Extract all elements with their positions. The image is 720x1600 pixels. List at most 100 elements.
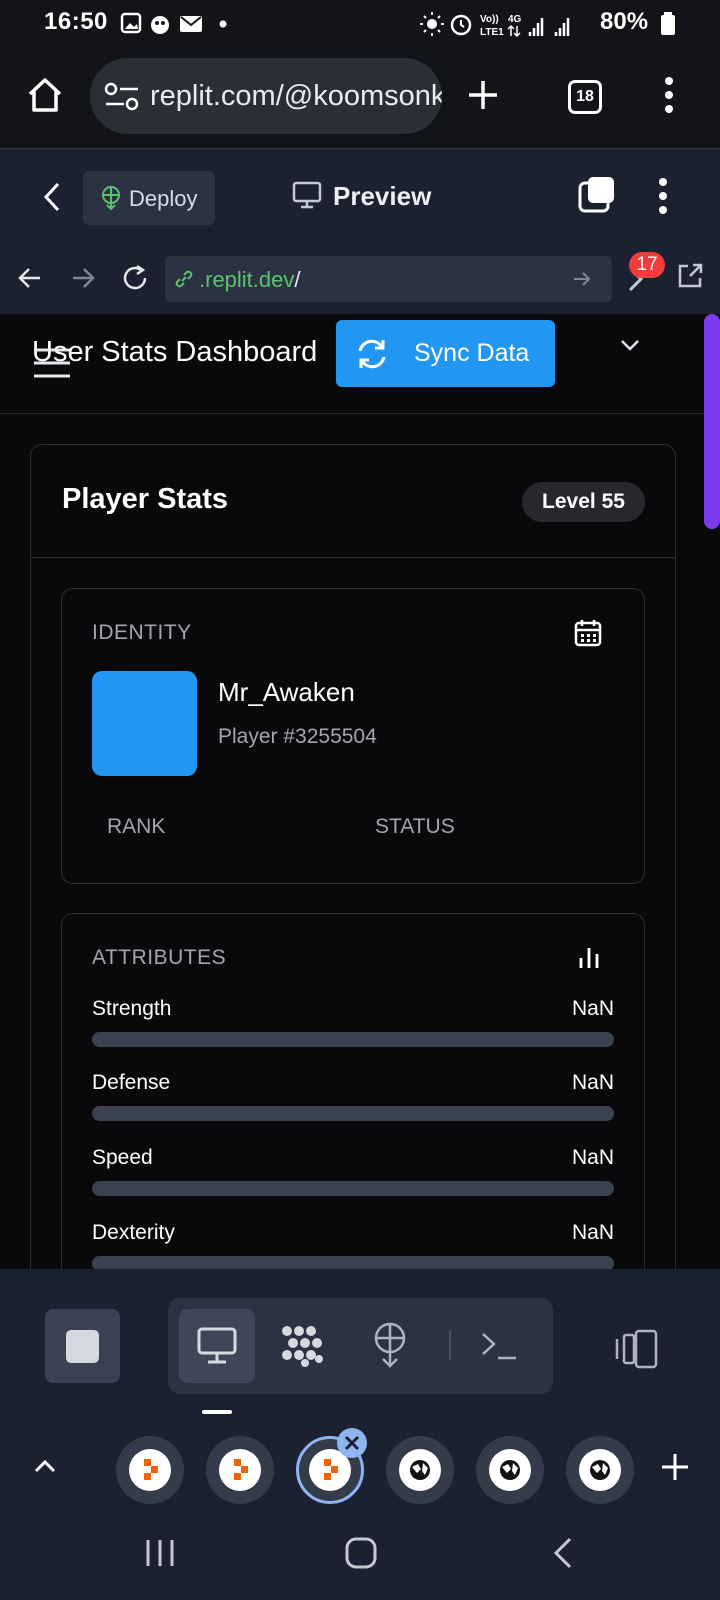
new-window-icon[interactable]	[578, 175, 616, 213]
stop-button[interactable]	[45, 1309, 120, 1383]
terminal-icon[interactable]	[480, 1330, 520, 1362]
tool-switcher	[168, 1298, 553, 1394]
scrollbar-thumb[interactable]	[704, 314, 720, 529]
browser-tab[interactable]	[206, 1436, 274, 1504]
globe-icon	[399, 1449, 441, 1491]
go-arrow-icon[interactable]	[573, 270, 591, 288]
preview-url-text: .replit.dev/	[199, 267, 301, 293]
browser-toolbar: replit.com/@koomsonk 18	[0, 46, 720, 148]
address-bar[interactable]: replit.com/@koomsonk	[90, 58, 442, 134]
browser-tab[interactable]	[386, 1436, 454, 1504]
svg-text:4G: 4G	[508, 14, 522, 25]
workflow-icon[interactable]	[280, 1324, 326, 1368]
url-host: .replit.dev	[199, 267, 295, 292]
attribute-name: Strength	[92, 997, 172, 1020]
globe-icon	[489, 1449, 531, 1491]
level-badge: Level 55	[522, 482, 645, 522]
identity-section: IDENTITY Mr_Awaken Player #3255504 RANK …	[61, 588, 645, 884]
stop-icon	[66, 1330, 99, 1363]
attributes-section: ATTRIBUTES Strength NaN Defense NaN Spee…	[61, 913, 645, 1269]
close-icon	[344, 1435, 360, 1451]
attribute-value: NaN	[571, 1071, 614, 1094]
battery-level: 80%	[600, 8, 649, 35]
back-chevron-icon[interactable]	[42, 181, 62, 213]
svg-text:Vo)): Vo))	[480, 14, 499, 25]
calendar-icon	[574, 620, 602, 647]
preview-title: Preview	[333, 181, 432, 211]
preview-nav-bar: .replit.dev/	[0, 244, 720, 314]
monitor-icon	[197, 1327, 237, 1364]
replit-icon	[129, 1449, 171, 1491]
deploy-label: Deploy	[129, 186, 198, 211]
page-title: User Stats Dashboard	[32, 336, 318, 368]
forward-arrow-icon[interactable]	[71, 266, 95, 290]
chevron-up-icon[interactable]	[33, 1458, 57, 1474]
attribute-name: Dexterity	[92, 1221, 175, 1244]
home-icon[interactable]	[26, 76, 64, 114]
identity-label: IDENTITY	[92, 621, 192, 644]
attributes-label: ATTRIBUTES	[92, 946, 227, 969]
devtools-badge: 17	[629, 252, 665, 278]
globe-icon	[579, 1449, 621, 1491]
app-header: User Stats Dashboard Sync Data	[0, 314, 706, 414]
deploy-tool-icon[interactable]	[372, 1322, 408, 1368]
app-viewport: User Stats Dashboard Sync Data Player St…	[0, 314, 720, 1269]
svg-text:LTE1: LTE1	[480, 27, 504, 38]
attribute-name: Defense	[92, 1071, 171, 1094]
rank-label: RANK	[107, 815, 166, 838]
tool-preview-selected[interactable]	[179, 1309, 255, 1383]
device-toggle-icon[interactable]	[614, 1329, 660, 1369]
attribute-bar	[92, 1181, 614, 1196]
attribute-name: Speed	[92, 1146, 153, 1169]
close-tab-button[interactable]	[337, 1428, 367, 1458]
attribute-value: NaN	[571, 1221, 614, 1244]
attribute-bar	[92, 1032, 614, 1047]
site-settings-icon[interactable]	[104, 82, 140, 112]
open-external-icon[interactable]	[676, 262, 704, 290]
attribute-bar	[92, 1106, 614, 1121]
address-text: replit.com/@koomsonk	[150, 80, 442, 112]
player-stats-card: Player Stats Level 55 IDENTITY Mr_Awaken…	[30, 444, 676, 1269]
browser-tab[interactable]	[116, 1436, 184, 1504]
divider	[449, 1330, 451, 1360]
new-tab-icon[interactable]	[466, 78, 500, 112]
back-nav-icon[interactable]	[552, 1536, 574, 1570]
attribute-value: NaN	[571, 997, 614, 1020]
notification-icons	[120, 12, 227, 34]
replit-more-icon[interactable]	[658, 177, 668, 215]
active-indicator	[202, 1410, 232, 1414]
status-time: 16:50	[44, 8, 108, 35]
preview-monitor-icon	[292, 181, 322, 209]
attribute-bar	[92, 1256, 614, 1269]
sync-label: Sync Data	[414, 339, 530, 367]
player-id: Player #3255504	[218, 725, 377, 748]
card-header: Player Stats Level 55	[31, 445, 675, 558]
deploy-button[interactable]: Deploy	[83, 171, 215, 225]
replit-header: Deploy Preview	[0, 148, 720, 244]
chevron-down-icon[interactable]	[620, 338, 640, 352]
card-title: Player Stats	[62, 483, 229, 515]
url-path: /	[294, 267, 301, 292]
status-bar: 16:50 Vo)) LTE1 4G 80%	[0, 0, 720, 46]
replit-toolbar	[0, 1269, 720, 1420]
status-label: STATUS	[375, 815, 455, 838]
sync-icon	[358, 339, 386, 369]
recent-apps-icon[interactable]	[144, 1538, 176, 1568]
reload-icon[interactable]	[121, 264, 149, 292]
more-options-icon[interactable]	[664, 76, 674, 114]
add-tab-icon[interactable]	[660, 1452, 690, 1482]
bar-chart-icon	[579, 948, 599, 968]
system-status-icons: Vo)) LTE1 4G	[420, 12, 570, 38]
sync-data-button[interactable]: Sync Data	[336, 320, 555, 387]
browser-tab[interactable]	[566, 1436, 634, 1504]
browser-tab[interactable]	[476, 1436, 544, 1504]
battery-icon	[661, 12, 675, 35]
preview-url-field[interactable]: .replit.dev/	[165, 256, 612, 302]
attribute-value: NaN	[571, 1146, 614, 1169]
tab-switcher-button[interactable]: 18	[568, 80, 602, 114]
back-arrow-icon[interactable]	[18, 266, 42, 290]
home-nav-icon[interactable]	[344, 1536, 378, 1570]
hamburger-menu-icon[interactable]	[32, 346, 72, 380]
deploy-icon	[102, 186, 120, 211]
link-icon	[175, 270, 193, 288]
